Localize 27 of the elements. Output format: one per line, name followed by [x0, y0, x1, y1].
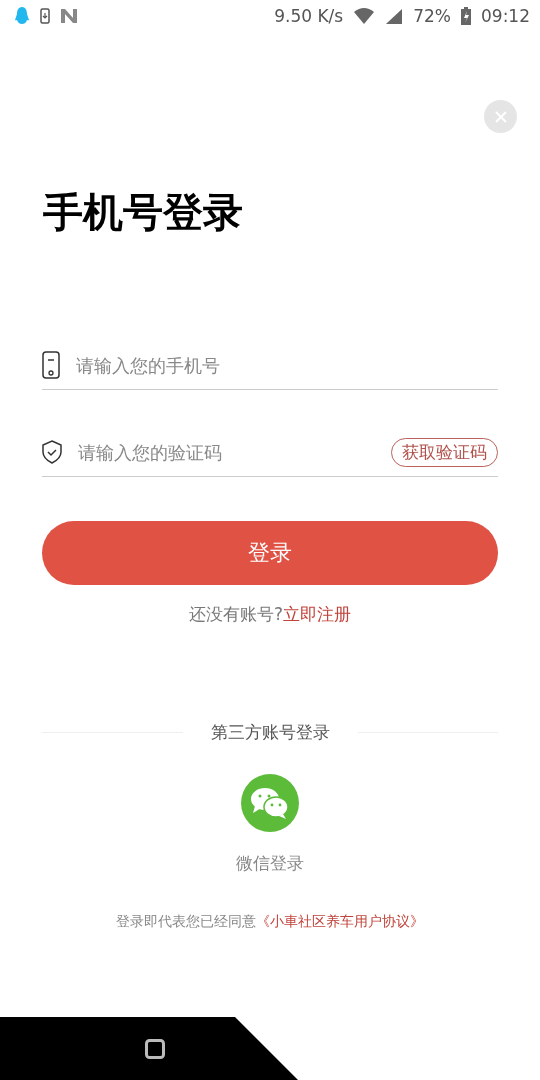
- close-button[interactable]: [484, 100, 517, 133]
- login-button[interactable]: 登录: [42, 521, 498, 585]
- battery-percent: 72%: [413, 6, 451, 26]
- shield-icon: [42, 440, 62, 464]
- network-speed: 9.50 K/s: [274, 6, 344, 26]
- penguin-icon: [14, 6, 30, 26]
- register-link[interactable]: 立即注册: [283, 604, 351, 624]
- signal-icon: [385, 8, 404, 24]
- wechat-login-label: 微信登录: [236, 852, 304, 875]
- wechat-button[interactable]: [241, 774, 299, 832]
- chat-bubbles-icon: [250, 786, 290, 820]
- phone-input[interactable]: 请输入您的手机号: [76, 354, 498, 376]
- page-title: 手机号登录: [43, 188, 244, 237]
- get-code-button[interactable]: 获取验证码: [391, 437, 498, 467]
- agreement-text: 登录即代表您已经同意: [116, 913, 256, 929]
- home-icon[interactable]: [145, 1039, 165, 1059]
- code-input[interactable]: 请输入您的验证码: [78, 441, 375, 463]
- register-prompt: 还没有账号?: [189, 604, 283, 624]
- n-logo-icon: [60, 8, 78, 24]
- agreement-link[interactable]: 《小車社区养车用户协议》: [256, 913, 424, 929]
- wifi-icon: [353, 8, 376, 24]
- close-icon: [493, 109, 508, 124]
- phone-icon: [42, 351, 60, 379]
- download-icon: [40, 8, 50, 24]
- battery-icon: [461, 7, 471, 25]
- clock: 09:12: [481, 6, 530, 26]
- third-party-heading: 第三方账号登录: [210, 721, 330, 744]
